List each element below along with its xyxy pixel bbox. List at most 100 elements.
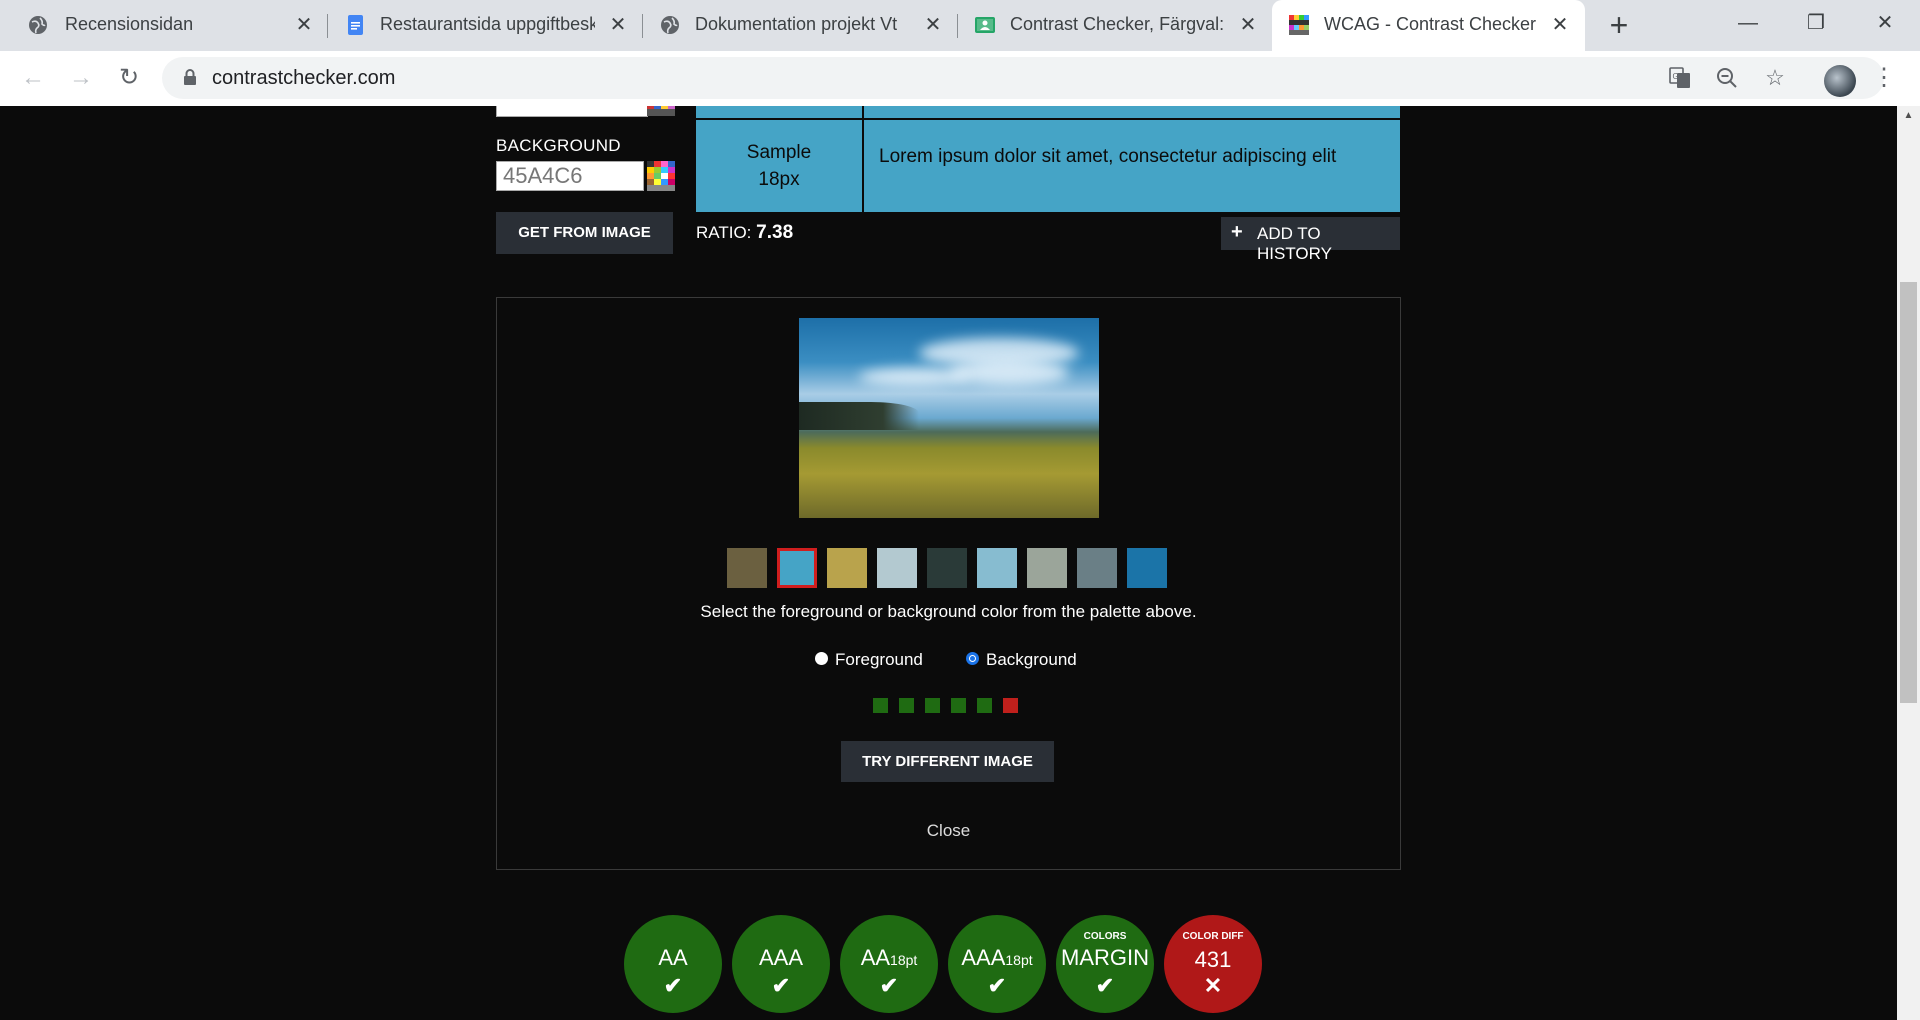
cross-icon: ✕ xyxy=(1203,973,1223,998)
sample-label-line1: Sample xyxy=(746,142,812,163)
translate-icon[interactable]: G xyxy=(1665,63,1695,93)
address-bar[interactable]: contrastchecker.com G ☆ xyxy=(162,57,1884,99)
restore-button[interactable]: ❐ xyxy=(1796,8,1836,38)
try-different-image-button[interactable]: TRY DIFFERENT IMAGE xyxy=(841,741,1054,782)
badge-top-label: COLORS xyxy=(1083,931,1127,942)
color-palette xyxy=(727,548,1169,588)
background-hex-input[interactable] xyxy=(496,161,644,191)
reload-icon[interactable]: ↻ xyxy=(114,63,144,93)
ratio-label: RATIO: xyxy=(696,223,752,242)
badge-top-label: COLOR DIFF xyxy=(1182,931,1244,942)
back-arrow-icon[interactable]: ← xyxy=(18,63,48,93)
palette-swatch[interactable] xyxy=(1027,548,1067,588)
tab-title: Restaurantsida uppgiftbeskrivning xyxy=(380,14,595,34)
close-image-panel-link[interactable]: Close xyxy=(497,821,1400,841)
foreground-color-picker-icon[interactable] xyxy=(647,106,675,116)
background-color-picker-icon[interactable] xyxy=(647,161,675,191)
close-tab-icon[interactable]: ✕ xyxy=(293,14,315,36)
contrast-checker-favicon xyxy=(1289,15,1309,35)
badge-value: 431 xyxy=(1194,947,1232,972)
tab-contrast-checker-fargval[interactable]: Contrast Checker, Färgval: Illustratione… xyxy=(960,0,1275,51)
badge-suffix: 18pt xyxy=(1005,952,1033,968)
badge-aaa-18pt: AAA18pt ✔ xyxy=(948,915,1046,1013)
tab-separator xyxy=(957,14,958,38)
palette-instruction: Select the foreground or background colo… xyxy=(700,602,1197,621)
close-tab-icon[interactable]: ✕ xyxy=(1237,14,1259,36)
badge-aaa: AAA ✔ xyxy=(732,915,830,1013)
tab-dokumentation[interactable]: Dokumentation projekt Vt ✕ xyxy=(645,0,960,51)
badge-label: AA xyxy=(658,945,688,970)
contrast-ratio: RATIO: 7.38 xyxy=(696,222,793,244)
sample-label-line2: 18px xyxy=(758,169,800,190)
url-text: contrastchecker.com xyxy=(212,67,396,89)
badge-label: MARGIN xyxy=(1061,945,1149,970)
sample-preview-top-right xyxy=(864,106,1400,118)
badge-color-diff: COLOR DIFF 431 ✕ xyxy=(1164,915,1262,1013)
minimize-button[interactable]: — xyxy=(1728,8,1768,38)
sample-text-preview: Lorem ipsum dolor sit amet, consectetur … xyxy=(864,120,1400,212)
profile-avatar[interactable] xyxy=(1824,65,1856,97)
radio-foreground-label: Foreground xyxy=(835,650,923,669)
radio-foreground[interactable] xyxy=(815,652,828,665)
badge-label: AA xyxy=(860,945,891,970)
close-tab-icon[interactable]: ✕ xyxy=(607,14,629,36)
page-scrollbar[interactable]: ▲ xyxy=(1897,106,1920,1020)
checkmark-icon: ✔ xyxy=(663,973,683,998)
sample-size-label: Sample 18px xyxy=(696,120,862,212)
checkmark-icon: ✔ xyxy=(987,973,1007,998)
palette-swatch[interactable] xyxy=(1077,548,1117,588)
new-tab-button[interactable]: + xyxy=(1603,9,1635,41)
window-close-button[interactable]: ✕ xyxy=(1865,8,1905,38)
foreground-input-partial[interactable] xyxy=(496,106,648,117)
result-dot xyxy=(951,698,966,713)
radio-background-label: Background xyxy=(986,650,1077,669)
checkmark-icon: ✔ xyxy=(879,973,899,998)
globe-icon xyxy=(661,16,679,34)
globe-icon xyxy=(29,16,47,34)
google-classroom-icon xyxy=(975,17,995,33)
scrollbar-thumb[interactable] xyxy=(1900,282,1917,703)
tab-wcag-contrast-checker[interactable]: WCAG - Contrast Checker ✕ xyxy=(1272,0,1585,51)
tab-recensionsidan[interactable]: Recensionsidan ✕ xyxy=(10,0,325,51)
result-dot xyxy=(1003,698,1018,713)
palette-swatch[interactable] xyxy=(827,548,867,588)
result-dot xyxy=(899,698,914,713)
get-from-image-button[interactable]: GET FROM IMAGE xyxy=(496,212,673,254)
lock-icon xyxy=(184,69,196,85)
close-tab-icon[interactable]: ✕ xyxy=(922,14,944,36)
badge-suffix: 18pt xyxy=(890,952,918,968)
checkmark-icon: ✔ xyxy=(1095,973,1115,998)
radio-background[interactable] xyxy=(966,652,979,665)
svg-text:G: G xyxy=(1673,72,1679,81)
checkmark-icon: ✔ xyxy=(771,973,791,998)
tab-title: Contrast Checker, Färgval: Illustratione… xyxy=(1010,14,1225,34)
image-color-picker-panel: Select the foreground or background colo… xyxy=(496,297,1401,870)
add-to-history-button[interactable]: + ADD TO HISTORY xyxy=(1221,217,1400,263)
badge-label: AAA xyxy=(758,945,804,970)
badge-aa-18pt: AA18pt ✔ xyxy=(840,915,938,1013)
ratio-value: 7.38 xyxy=(756,222,794,243)
palette-swatch[interactable] xyxy=(1127,548,1167,588)
browser-menu-icon[interactable]: ⋮ xyxy=(1872,63,1896,92)
palette-swatch[interactable] xyxy=(927,548,967,588)
tab-title: Dokumentation projekt Vt xyxy=(695,14,898,34)
palette-swatch[interactable] xyxy=(777,548,817,588)
palette-swatch[interactable] xyxy=(977,548,1017,588)
tab-separator xyxy=(327,14,328,38)
bookmark-star-icon[interactable]: ☆ xyxy=(1760,63,1790,93)
result-dot xyxy=(873,698,888,713)
uploaded-image xyxy=(799,318,1099,518)
palette-swatch[interactable] xyxy=(877,548,917,588)
tab-separator xyxy=(642,14,643,38)
palette-swatch[interactable] xyxy=(727,548,767,588)
tab-restaurantsida[interactable]: Restaurantsida uppgiftbeskrivning ✕ xyxy=(330,0,645,51)
zoom-out-icon[interactable] xyxy=(1712,63,1742,93)
browser-tab-strip: Recensionsidan ✕ Restaurantsida uppgiftb… xyxy=(0,0,1920,51)
scroll-up-arrow-icon[interactable]: ▲ xyxy=(1897,106,1920,126)
sample-preview-top-left xyxy=(696,106,862,119)
close-tab-icon[interactable]: ✕ xyxy=(1549,14,1571,36)
forward-arrow-icon[interactable]: → xyxy=(66,63,96,93)
page-content: BACKGROUND GET FROM IMAGE Sample 18px Lo… xyxy=(0,106,1897,1020)
add-to-history-label: ADD TO HISTORY xyxy=(1257,224,1332,263)
sample-text: Lorem ipsum dolor sit amet, consectetur … xyxy=(879,146,1337,167)
